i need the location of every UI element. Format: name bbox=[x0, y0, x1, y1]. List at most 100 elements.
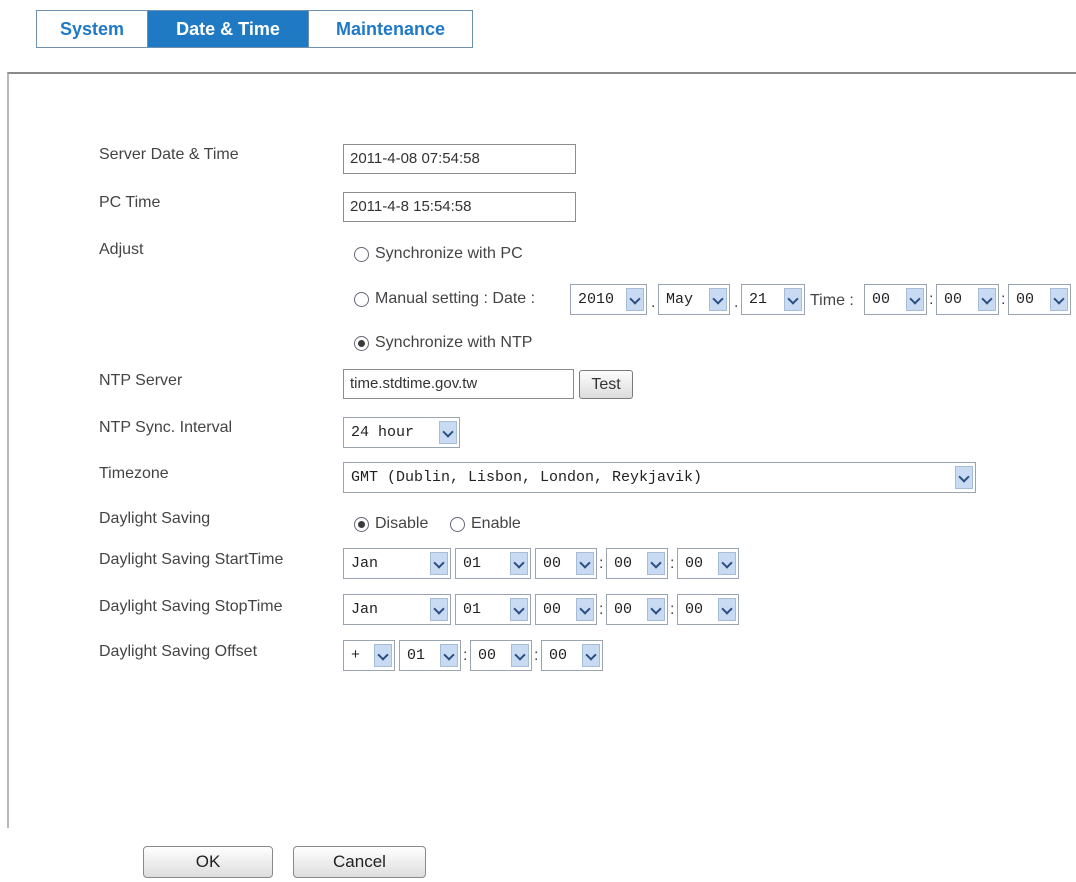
ds-offset-sign-value: + bbox=[351, 647, 361, 664]
chevron-down-icon bbox=[439, 421, 457, 444]
cancel-button[interactable]: Cancel bbox=[293, 846, 426, 878]
server-datetime-field: 2011-4-08 07:54:58 bbox=[343, 144, 576, 174]
ds-start-second-value: 00 bbox=[685, 555, 704, 572]
date-separator: . bbox=[734, 294, 739, 311]
time-separator: : bbox=[929, 291, 934, 308]
chevron-down-icon bbox=[955, 466, 973, 489]
ds-stop-month-select[interactable]: Jan bbox=[343, 594, 451, 625]
ntp-server-input[interactable]: time.stdtime.gov.tw bbox=[343, 369, 574, 399]
manual-month-select[interactable]: May bbox=[658, 284, 730, 315]
daylight-saving-label: Daylight Saving bbox=[99, 510, 211, 527]
ds-offset-hour-select[interactable]: 01 bbox=[399, 640, 461, 671]
manual-hour-select[interactable]: 00 bbox=[864, 284, 927, 315]
time-separator: : bbox=[670, 555, 675, 572]
time-separator: : bbox=[599, 601, 604, 618]
tab-system[interactable]: System bbox=[37, 11, 147, 47]
chevron-down-icon bbox=[582, 644, 600, 667]
timezone-select[interactable]: GMT (Dublin, Lisbon, London, Reykjavik) bbox=[343, 462, 976, 493]
manual-year-select[interactable]: 2010 bbox=[570, 284, 647, 315]
manual-year-value: 2010 bbox=[578, 291, 615, 308]
ds-offset-minute-value: 00 bbox=[478, 647, 497, 664]
settings-panel bbox=[7, 72, 1076, 828]
ds-offset-second-select[interactable]: 00 bbox=[541, 640, 603, 671]
time-separator: : bbox=[599, 555, 604, 572]
chevron-down-icon bbox=[1050, 288, 1068, 311]
ds-start-hour-value: 00 bbox=[543, 555, 562, 572]
sync-ntp-radio[interactable] bbox=[354, 335, 369, 351]
ds-stop-minute-value: 00 bbox=[614, 601, 633, 618]
manual-second-select[interactable]: 00 bbox=[1008, 284, 1071, 315]
ds-offset-label: Daylight Saving Offset bbox=[99, 643, 258, 660]
manual-setting-radio[interactable] bbox=[354, 291, 369, 307]
ds-start-hour-select[interactable]: 00 bbox=[535, 548, 597, 579]
ntp-server-label: NTP Server bbox=[99, 372, 183, 389]
ds-start-day-select[interactable]: 01 bbox=[455, 548, 531, 579]
daylight-disable-text: Disable bbox=[375, 515, 429, 532]
chevron-down-icon bbox=[709, 288, 727, 311]
adjust-label: Adjust bbox=[99, 241, 144, 258]
manual-day-select[interactable]: 21 bbox=[741, 284, 805, 315]
chevron-down-icon bbox=[576, 598, 594, 621]
time-label: Time : bbox=[810, 292, 854, 309]
chevron-down-icon bbox=[626, 288, 644, 311]
chevron-down-icon bbox=[718, 552, 736, 575]
ds-stop-second-value: 00 bbox=[685, 601, 704, 618]
daylight-enable-radio[interactable] bbox=[450, 516, 465, 532]
pc-time-field: 2011-4-8 15:54:58 bbox=[343, 192, 576, 222]
pc-time-label: PC Time bbox=[99, 194, 161, 211]
time-separator: : bbox=[1001, 291, 1006, 308]
ds-start-second-select[interactable]: 00 bbox=[677, 548, 739, 579]
ntp-interval-label: NTP Sync. Interval bbox=[99, 419, 233, 436]
manual-minute-value: 00 bbox=[944, 291, 963, 308]
manual-minute-select[interactable]: 00 bbox=[936, 284, 999, 315]
ds-start-minute-select[interactable]: 00 bbox=[606, 548, 668, 579]
ds-start-month-select[interactable]: Jan bbox=[343, 548, 451, 579]
ds-stop-label: Daylight Saving StopTime bbox=[99, 598, 283, 615]
sync-pc-radio[interactable] bbox=[354, 246, 369, 262]
chevron-down-icon bbox=[718, 598, 736, 621]
daylight-disable-option[interactable]: Disable bbox=[354, 515, 428, 533]
ds-stop-second-select[interactable]: 00 bbox=[677, 594, 739, 625]
date-separator: . bbox=[651, 294, 656, 311]
ntp-interval-select[interactable]: 24 hour bbox=[343, 417, 460, 448]
chevron-down-icon bbox=[511, 644, 529, 667]
chevron-down-icon bbox=[510, 598, 528, 621]
manual-second-value: 00 bbox=[1016, 291, 1035, 308]
ds-stop-hour-value: 00 bbox=[543, 601, 562, 618]
daylight-enable-text: Enable bbox=[471, 515, 521, 532]
daylight-disable-radio[interactable] bbox=[354, 516, 369, 532]
manual-day-value: 21 bbox=[749, 291, 768, 308]
ds-offset-second-value: 00 bbox=[549, 647, 568, 664]
tab-maintenance[interactable]: Maintenance bbox=[308, 11, 472, 47]
ds-stop-month-value: Jan bbox=[351, 601, 379, 618]
daylight-enable-option[interactable]: Enable bbox=[450, 515, 521, 533]
ds-stop-day-select[interactable]: 01 bbox=[455, 594, 531, 625]
ds-offset-sign-select[interactable]: + bbox=[343, 640, 395, 671]
time-separator: : bbox=[670, 601, 675, 618]
chevron-down-icon bbox=[906, 288, 924, 311]
ds-start-minute-value: 00 bbox=[614, 555, 633, 572]
sync-ntp-option[interactable]: Synchronize with NTP bbox=[354, 334, 532, 352]
test-button[interactable]: Test bbox=[579, 370, 633, 399]
time-separator: : bbox=[534, 647, 539, 664]
ds-stop-day-value: 01 bbox=[463, 601, 482, 618]
tab-date-time[interactable]: Date & Time bbox=[147, 11, 308, 47]
ds-start-day-value: 01 bbox=[463, 555, 482, 572]
ntp-interval-value: 24 hour bbox=[351, 424, 415, 441]
manual-hour-value: 00 bbox=[872, 291, 891, 308]
ok-button[interactable]: OK bbox=[143, 846, 273, 878]
chevron-down-icon bbox=[978, 288, 996, 311]
ds-start-label: Daylight Saving StartTime bbox=[99, 551, 284, 568]
manual-setting-text: Manual setting : Date : bbox=[375, 290, 536, 307]
timezone-value: GMT (Dublin, Lisbon, London, Reykjavik) bbox=[351, 469, 703, 486]
chevron-down-icon bbox=[647, 598, 665, 621]
manual-setting-option[interactable]: Manual setting : Date : bbox=[354, 290, 535, 308]
ds-stop-minute-select[interactable]: 00 bbox=[606, 594, 668, 625]
sync-pc-option[interactable]: Synchronize with PC bbox=[354, 245, 523, 263]
ds-offset-hour-value: 01 bbox=[407, 647, 426, 664]
ds-offset-minute-select[interactable]: 00 bbox=[470, 640, 532, 671]
sync-ntp-text: Synchronize with NTP bbox=[375, 334, 533, 351]
manual-month-value: May bbox=[666, 291, 694, 308]
ds-stop-hour-select[interactable]: 00 bbox=[535, 594, 597, 625]
sync-pc-text: Synchronize with PC bbox=[375, 245, 523, 262]
